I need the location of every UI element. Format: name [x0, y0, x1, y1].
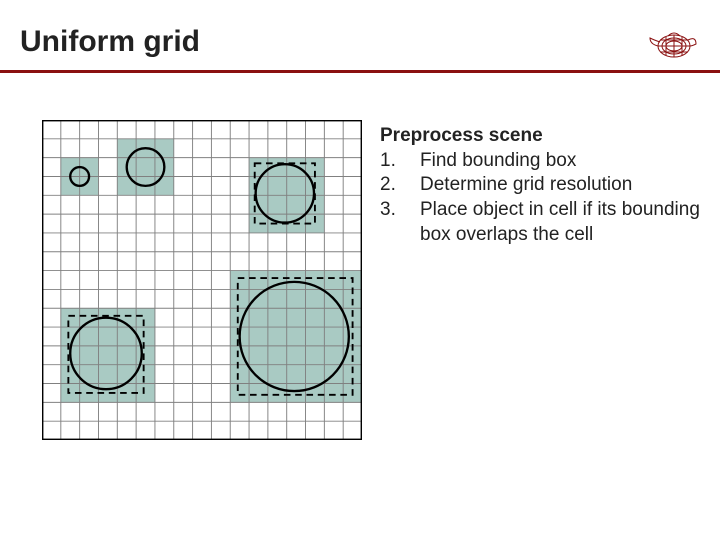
uniform-grid-diagram [42, 120, 362, 440]
step-text: Determine grid resolution [420, 173, 700, 198]
section-heading: Preprocess scene [380, 124, 700, 149]
title-divider [0, 70, 720, 73]
step-item: 3. Place object in cell if its bounding … [380, 198, 700, 247]
step-number: 3. [380, 198, 420, 247]
step-text: Place object in cell if its bounding box… [420, 198, 700, 247]
text-column: Preprocess scene 1. Find bounding box 2.… [380, 124, 700, 440]
step-item: 1. Find bounding box [380, 149, 700, 174]
step-text: Find bounding box [420, 149, 700, 174]
step-number: 2. [380, 173, 420, 198]
step-number: 1. [380, 149, 420, 174]
step-item: 2. Determine grid resolution [380, 173, 700, 198]
slide-title: Uniform grid [20, 25, 200, 59]
teapot-logo-icon [644, 22, 700, 62]
